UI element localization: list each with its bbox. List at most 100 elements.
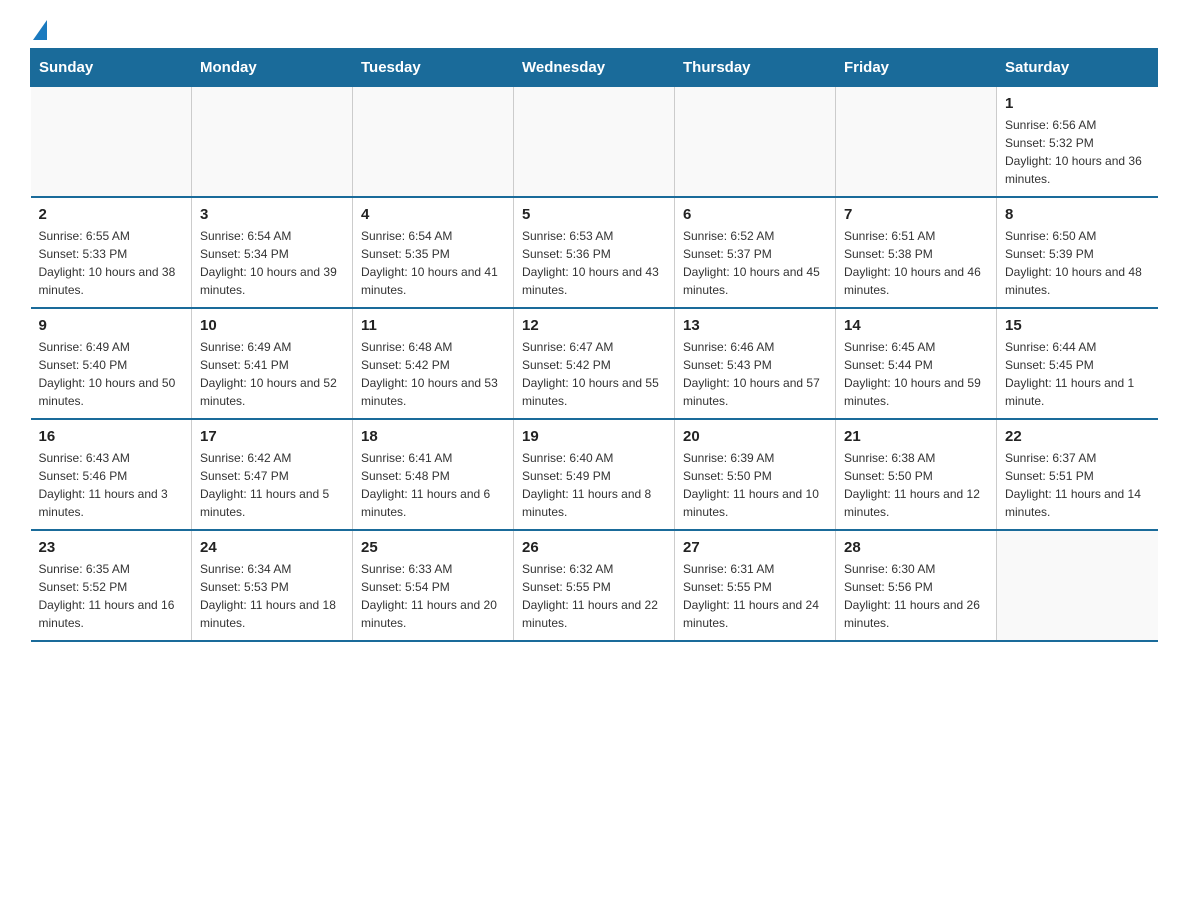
- day-number: 15: [1005, 317, 1150, 334]
- day-number: 12: [522, 317, 666, 334]
- day-cell: 7 Sunrise: 6:51 AM Sunset: 5:38 PM Daylig…: [836, 197, 997, 308]
- day-cell: 9 Sunrise: 6:49 AM Sunset: 5:40 PM Daylig…: [31, 308, 192, 419]
- day-info: Sunrise: 6:46 AM Sunset: 5:43 PM Dayligh…: [683, 338, 827, 410]
- week-row-3: 16Sunrise: 6:43 AM Sunset: 5:46 PM Dayli…: [31, 419, 1158, 530]
- week-row-0: 1 Sunrise: 6:56 AM Sunset: 5:32 PM Daylig…: [31, 87, 1158, 198]
- day-number: 20: [683, 428, 827, 445]
- logo: [30, 20, 47, 38]
- day-cell: 27 Sunrise: 6:31 AM Sunset: 5:55 PM Dayli…: [675, 530, 836, 641]
- day-info: Sunrise: 6:55 AM Sunset: 5:33 PM Dayligh…: [39, 227, 184, 299]
- day-cell: 25Sunrise: 6:33 AM Sunset: 5:54 PM Dayli…: [353, 530, 514, 641]
- day-info: Sunrise: 6:39 AM Sunset: 5:50 PM Dayligh…: [683, 449, 827, 521]
- day-cell: 15 Sunrise: 6:44 AM Sunset: 5:45 PM Dayli…: [997, 308, 1158, 419]
- day-info: Sunrise: 6:42 AM Sunset: 5:47 PM Dayligh…: [200, 449, 344, 521]
- day-info: Sunrise: 6:47 AM Sunset: 5:42 PM Dayligh…: [522, 338, 666, 410]
- day-number: 2: [39, 206, 184, 223]
- day-cell: 16Sunrise: 6:43 AM Sunset: 5:46 PM Dayli…: [31, 419, 192, 530]
- header-cell-tuesday: Tuesday: [353, 49, 514, 87]
- day-number: 4: [361, 206, 505, 223]
- day-info: Sunrise: 6:30 AM Sunset: 5:56 PM Dayligh…: [844, 560, 988, 632]
- week-row-4: 23 Sunrise: 6:35 AM Sunset: 5:52 PM Dayli…: [31, 530, 1158, 641]
- header-cell-thursday: Thursday: [675, 49, 836, 87]
- page-header: [30, 20, 1158, 38]
- day-cell: 13Sunrise: 6:46 AM Sunset: 5:43 PM Dayli…: [675, 308, 836, 419]
- day-cell: 12 Sunrise: 6:47 AM Sunset: 5:42 PM Dayli…: [514, 308, 675, 419]
- day-cell: [997, 530, 1158, 641]
- day-number: 1: [1005, 95, 1150, 112]
- day-info: Sunrise: 6:54 AM Sunset: 5:35 PM Dayligh…: [361, 227, 505, 299]
- day-info: Sunrise: 6:54 AM Sunset: 5:34 PM Dayligh…: [200, 227, 344, 299]
- day-info: Sunrise: 6:43 AM Sunset: 5:46 PM Dayligh…: [39, 449, 184, 521]
- day-cell: 6 Sunrise: 6:52 AM Sunset: 5:37 PM Daylig…: [675, 197, 836, 308]
- day-cell: [353, 87, 514, 198]
- day-number: 6: [683, 206, 827, 223]
- day-number: 23: [39, 539, 184, 556]
- day-number: 9: [39, 317, 184, 334]
- day-number: 27: [683, 539, 827, 556]
- day-cell: 28 Sunrise: 6:30 AM Sunset: 5:56 PM Dayli…: [836, 530, 997, 641]
- day-cell: 19 Sunrise: 6:40 AM Sunset: 5:49 PM Dayli…: [514, 419, 675, 530]
- day-cell: 18 Sunrise: 6:41 AM Sunset: 5:48 PM Dayli…: [353, 419, 514, 530]
- calendar-body: 1 Sunrise: 6:56 AM Sunset: 5:32 PM Daylig…: [31, 87, 1158, 642]
- day-number: 28: [844, 539, 988, 556]
- calendar-header: SundayMondayTuesdayWednesdayThursdayFrid…: [31, 49, 1158, 87]
- day-cell: 5 Sunrise: 6:53 AM Sunset: 5:36 PM Daylig…: [514, 197, 675, 308]
- day-number: 7: [844, 206, 988, 223]
- day-info: Sunrise: 6:51 AM Sunset: 5:38 PM Dayligh…: [844, 227, 988, 299]
- calendar-table: SundayMondayTuesdayWednesdayThursdayFrid…: [30, 48, 1158, 642]
- day-info: Sunrise: 6:31 AM Sunset: 5:55 PM Dayligh…: [683, 560, 827, 632]
- day-number: 21: [844, 428, 988, 445]
- day-number: 14: [844, 317, 988, 334]
- day-info: Sunrise: 6:32 AM Sunset: 5:55 PM Dayligh…: [522, 560, 666, 632]
- day-number: 17: [200, 428, 344, 445]
- header-cell-sunday: Sunday: [31, 49, 192, 87]
- day-cell: 11 Sunrise: 6:48 AM Sunset: 5:42 PM Dayli…: [353, 308, 514, 419]
- week-row-2: 9 Sunrise: 6:49 AM Sunset: 5:40 PM Daylig…: [31, 308, 1158, 419]
- day-cell: [31, 87, 192, 198]
- day-number: 24: [200, 539, 344, 556]
- day-cell: 4 Sunrise: 6:54 AM Sunset: 5:35 PM Daylig…: [353, 197, 514, 308]
- day-cell: 17 Sunrise: 6:42 AM Sunset: 5:47 PM Dayli…: [192, 419, 353, 530]
- day-number: 22: [1005, 428, 1150, 445]
- day-cell: [675, 87, 836, 198]
- day-info: Sunrise: 6:41 AM Sunset: 5:48 PM Dayligh…: [361, 449, 505, 521]
- day-number: 18: [361, 428, 505, 445]
- header-cell-friday: Friday: [836, 49, 997, 87]
- day-info: Sunrise: 6:49 AM Sunset: 5:40 PM Dayligh…: [39, 338, 184, 410]
- day-cell: 20 Sunrise: 6:39 AM Sunset: 5:50 PM Dayli…: [675, 419, 836, 530]
- day-info: Sunrise: 6:56 AM Sunset: 5:32 PM Dayligh…: [1005, 116, 1150, 188]
- day-info: Sunrise: 6:35 AM Sunset: 5:52 PM Dayligh…: [39, 560, 184, 632]
- day-number: 10: [200, 317, 344, 334]
- day-info: Sunrise: 6:53 AM Sunset: 5:36 PM Dayligh…: [522, 227, 666, 299]
- day-number: 5: [522, 206, 666, 223]
- day-number: 8: [1005, 206, 1150, 223]
- day-info: Sunrise: 6:50 AM Sunset: 5:39 PM Dayligh…: [1005, 227, 1150, 299]
- day-cell: 14 Sunrise: 6:45 AM Sunset: 5:44 PM Dayli…: [836, 308, 997, 419]
- day-number: 3: [200, 206, 344, 223]
- day-info: Sunrise: 6:52 AM Sunset: 5:37 PM Dayligh…: [683, 227, 827, 299]
- day-cell: 10Sunrise: 6:49 AM Sunset: 5:41 PM Dayli…: [192, 308, 353, 419]
- logo-triangle-icon: [33, 20, 47, 40]
- day-cell: 21Sunrise: 6:38 AM Sunset: 5:50 PM Dayli…: [836, 419, 997, 530]
- day-cell: [192, 87, 353, 198]
- header-row: SundayMondayTuesdayWednesdayThursdayFrid…: [31, 49, 1158, 87]
- day-cell: 22 Sunrise: 6:37 AM Sunset: 5:51 PM Dayli…: [997, 419, 1158, 530]
- day-cell: 24 Sunrise: 6:34 AM Sunset: 5:53 PM Dayli…: [192, 530, 353, 641]
- header-cell-saturday: Saturday: [997, 49, 1158, 87]
- day-cell: [514, 87, 675, 198]
- day-info: Sunrise: 6:37 AM Sunset: 5:51 PM Dayligh…: [1005, 449, 1150, 521]
- week-row-1: 2 Sunrise: 6:55 AM Sunset: 5:33 PM Daylig…: [31, 197, 1158, 308]
- header-cell-monday: Monday: [192, 49, 353, 87]
- day-info: Sunrise: 6:45 AM Sunset: 5:44 PM Dayligh…: [844, 338, 988, 410]
- day-info: Sunrise: 6:34 AM Sunset: 5:53 PM Dayligh…: [200, 560, 344, 632]
- day-info: Sunrise: 6:48 AM Sunset: 5:42 PM Dayligh…: [361, 338, 505, 410]
- day-cell: 2 Sunrise: 6:55 AM Sunset: 5:33 PM Daylig…: [31, 197, 192, 308]
- day-cell: 23 Sunrise: 6:35 AM Sunset: 5:52 PM Dayli…: [31, 530, 192, 641]
- day-number: 11: [361, 317, 505, 334]
- day-info: Sunrise: 6:40 AM Sunset: 5:49 PM Dayligh…: [522, 449, 666, 521]
- day-info: Sunrise: 6:44 AM Sunset: 5:45 PM Dayligh…: [1005, 338, 1150, 410]
- day-number: 19: [522, 428, 666, 445]
- day-info: Sunrise: 6:33 AM Sunset: 5:54 PM Dayligh…: [361, 560, 505, 632]
- logo-top: [30, 20, 47, 36]
- day-cell: 1 Sunrise: 6:56 AM Sunset: 5:32 PM Daylig…: [997, 87, 1158, 198]
